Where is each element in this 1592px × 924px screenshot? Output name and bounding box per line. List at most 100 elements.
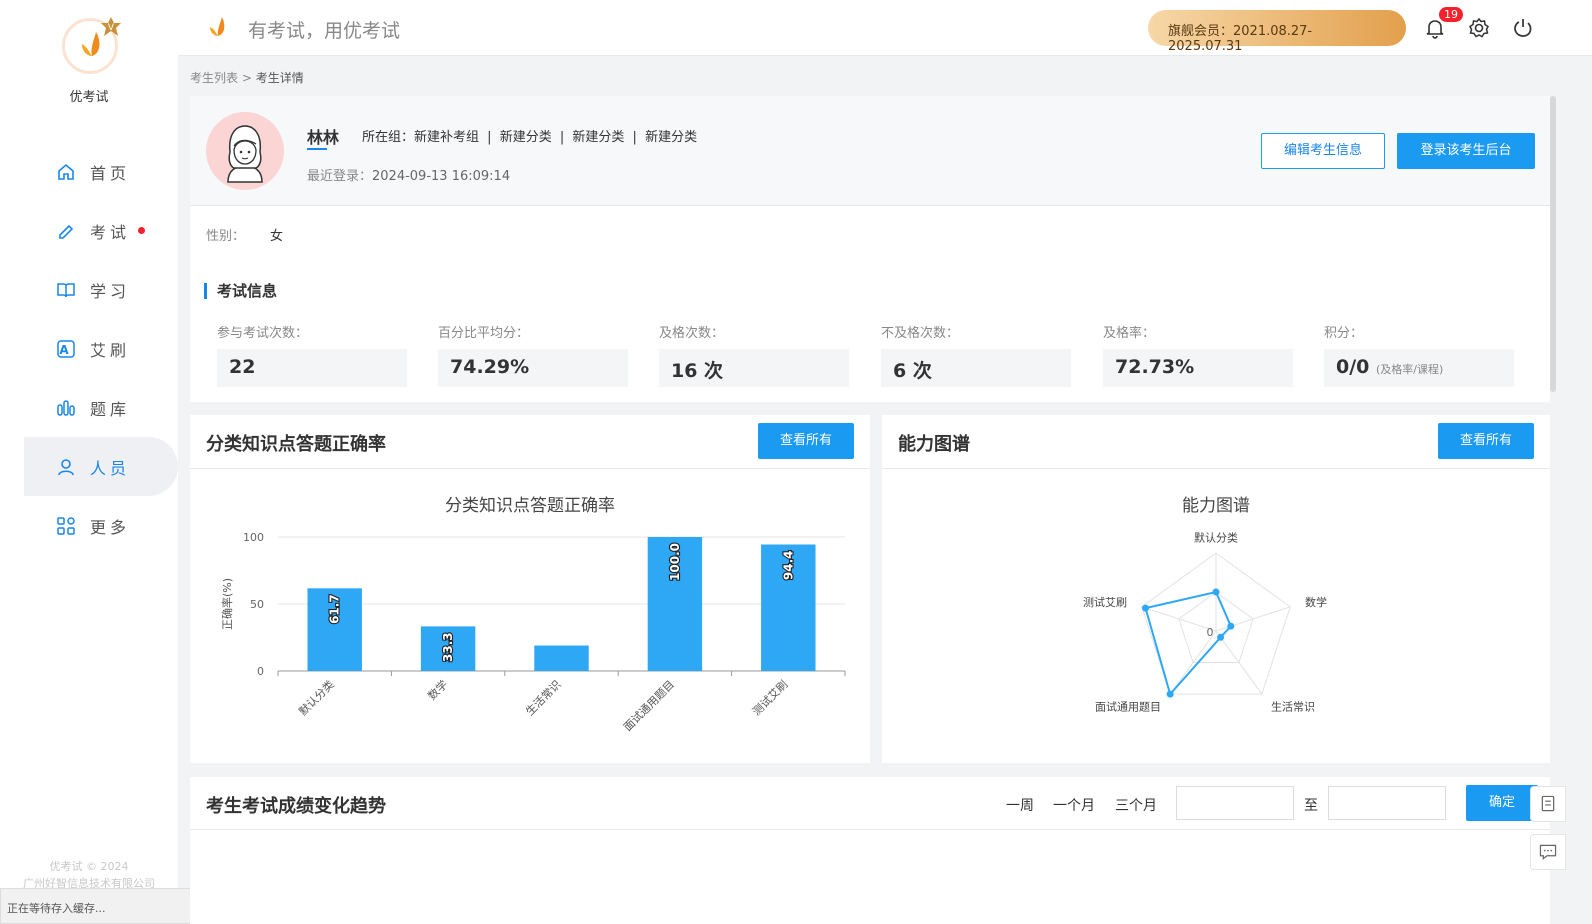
gender-label: 性别： [206, 229, 246, 244]
card-header: 考生考试成绩变化趋势 一周 一个月 三个月 至 确定 [190, 777, 1550, 830]
top-header: 有考试，用优考试 旗舰会员：2021.08.27-2025.07.31 19 [178, 0, 1592, 56]
range-week-option[interactable]: 一周 [1006, 795, 1034, 815]
group-item: 新建分类 [572, 130, 625, 145]
letter-a-icon: A [57, 339, 75, 358]
radar-indicator-label: 生活常识 [1271, 700, 1315, 714]
document-icon [1541, 795, 1555, 812]
y-axis-label: 正确率(%) [220, 578, 234, 630]
radar-indicator-label: 默认分类 [1194, 530, 1238, 544]
avatar [206, 112, 284, 190]
group-item: 所在组：新建补考组 [362, 130, 480, 145]
vip-membership-badge[interactable]: 旗舰会员：2021.08.27-2025.07.31 [1148, 10, 1406, 54]
range-month-option[interactable]: 一个月 [1053, 795, 1095, 815]
stat-label: 及格次数： [659, 326, 725, 341]
sidebar-item-exam[interactable]: 考试 [0, 201, 178, 260]
breadcrumb: 考生列表 > 考生详情 [190, 69, 304, 86]
slogan: 有考试，用优考试 [248, 20, 401, 42]
stat-average-score: 百分比平均分： 74.29% [438, 322, 628, 387]
stat-label: 积分： [1324, 326, 1364, 341]
name-underline [307, 148, 327, 150]
stat-value-box: 6 次 [881, 349, 1071, 387]
sidebar-item-label: 学习 [90, 281, 131, 301]
float-chat-button[interactable] [1530, 834, 1566, 870]
stat-value: 0/0 [1336, 356, 1370, 378]
confirm-button[interactable]: 确定 [1466, 785, 1538, 821]
stat-value-box: 22 [217, 349, 407, 387]
stat-fail-count: 不及格次数： 6 次 [881, 322, 1071, 387]
bar-data-label: 61.7 [328, 594, 342, 624]
gear-icon[interactable] [1468, 17, 1490, 39]
exam-info-title: 考试信息 [204, 283, 277, 299]
bar-icon [57, 399, 75, 416]
sidebar-item-study[interactable]: 学习 [0, 260, 178, 319]
radar-point [1227, 622, 1235, 630]
user-icon [58, 458, 74, 475]
accuracy-card: 分类知识点答题正确率 查看所有 分类知识点答题正确率 0 50 100 正确率(%) 6… [190, 415, 870, 763]
stat-value: 22 [229, 356, 256, 378]
stat-value-box: 72.73% [1103, 349, 1293, 387]
stat-value: 6 次 [893, 360, 932, 382]
vip-crown-icon: V [101, 17, 121, 36]
notification-count-badge: 19 [1438, 6, 1464, 23]
group-item: 新建分类 [499, 130, 552, 145]
sidebar-item-label: 更多 [90, 517, 131, 537]
sidebar-item-label: 题库 [90, 399, 131, 419]
last-login-label: 最近登录： [307, 169, 373, 184]
edit-student-button[interactable]: 编辑考生信息 [1261, 133, 1385, 169]
chat-icon [1539, 844, 1557, 860]
start-date-input[interactable] [1176, 786, 1294, 820]
stat-pass-count: 及格次数： 16 次 [659, 322, 849, 387]
float-notes-button[interactable] [1530, 786, 1566, 822]
stat-value: 72.73% [1115, 356, 1195, 378]
sidebar-item-label: 考试 [90, 222, 131, 242]
x-tick-label: 生活常识 [523, 677, 564, 718]
login-student-backend-button[interactable]: 登录该考生后台 [1397, 133, 1535, 169]
logo-text: 优考试 [69, 90, 109, 105]
stat-points: 积分： 0/0 (及格率/课程) [1324, 322, 1514, 387]
ability-card: 能力图谱 查看所有 能力图谱 默认分类 数学 生活常识 面试通用题目 测试艾刷 0 [882, 415, 1550, 763]
bar-data-label: 100.0 [668, 543, 682, 581]
breadcrumb-parent-link[interactable]: 考生列表 [190, 71, 238, 85]
sidebar-item-more[interactable]: 更多 [0, 496, 178, 555]
group-item: 新建分类 [645, 130, 698, 145]
stat-value-box: 0/0 (及格率/课程) [1324, 349, 1514, 387]
card-header: 分类知识点答题正确率 查看所有 [190, 415, 870, 469]
stat-note: (及格率/课程) [1376, 363, 1444, 376]
range-three-months-option[interactable]: 三个月 [1115, 795, 1157, 815]
bar [534, 645, 589, 671]
view-all-ability-button[interactable]: 查看所有 [1438, 423, 1534, 459]
radar-point [1217, 633, 1225, 641]
stat-label: 及格率： [1103, 326, 1156, 341]
sidebar-item-personnel[interactable]: 人员 [24, 437, 178, 496]
x-tick-label: 面试通用题目 [621, 678, 677, 734]
stat-label: 百分比平均分： [438, 326, 530, 341]
bar-data-label: 33.3 [441, 632, 455, 662]
stat-value: 16 次 [671, 360, 724, 382]
radar-series-line [1144, 590, 1233, 697]
profile-header: 林林 所在组：新建补考组 | 新建分类 | 新建分类 | 新建分类 最近登录：2… [190, 96, 1550, 206]
sidebar-item-question-bank[interactable]: 题库 [0, 378, 178, 437]
stat-value: 74.29% [450, 356, 530, 378]
last-login: 最近登录：2024-09-13 16:09:14 [307, 165, 510, 184]
sidebar-item-home[interactable]: 首页 [0, 142, 178, 201]
sidebar-item-aishua[interactable]: A 艾刷 [0, 319, 178, 378]
group-list: 所在组：新建补考组 | 新建分类 | 新建分类 | 新建分类 [362, 126, 701, 145]
group-separator: | [632, 130, 637, 145]
view-all-accuracy-button[interactable]: 查看所有 [758, 423, 854, 459]
end-date-input[interactable] [1328, 786, 1446, 820]
y-tick-label: 0 [257, 665, 264, 678]
chart-title: 能力图谱 [1182, 496, 1250, 516]
x-tick-label: 默认分类 [296, 677, 337, 718]
card-title: 考生考试成绩变化趋势 [206, 796, 386, 817]
radar-axis-line [1141, 606, 1217, 632]
sidebar-item-label: 人员 [90, 458, 131, 478]
student-name: 林林 [307, 128, 340, 147]
svg-text:V: V [108, 23, 115, 33]
y-tick-label: 50 [250, 598, 264, 611]
sidebar-item-label: 艾刷 [90, 340, 131, 360]
power-icon[interactable] [1512, 17, 1534, 39]
radar-indicator-label: 数学 [1305, 595, 1327, 609]
date-to-label: 至 [1304, 798, 1318, 814]
scrollbar[interactable] [1550, 96, 1556, 392]
last-login-time: 2024-09-13 16:09:14 [372, 169, 511, 184]
